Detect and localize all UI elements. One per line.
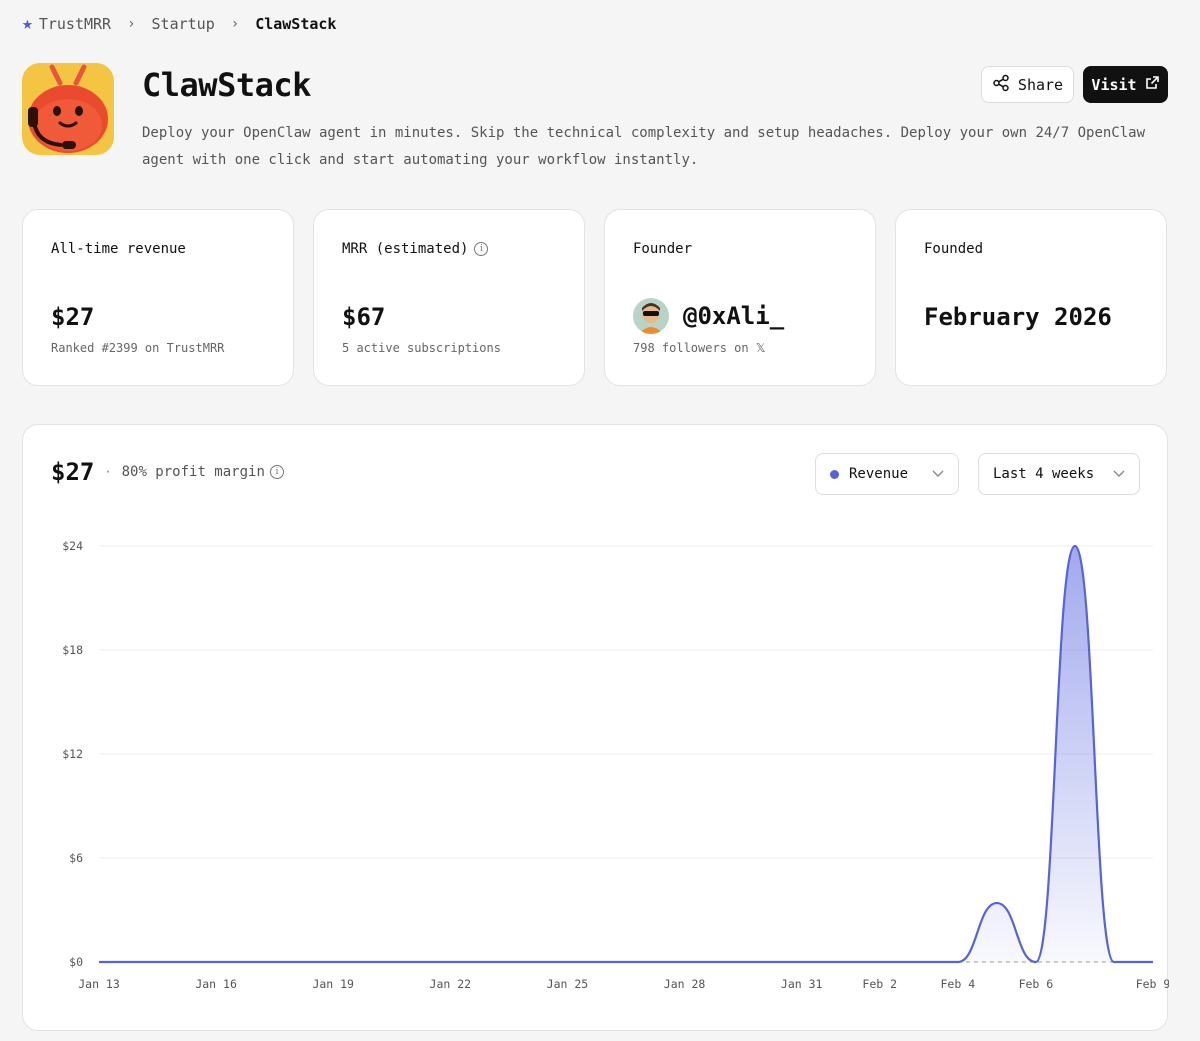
founder-handle[interactable]: @0xAli_ [683,302,784,330]
app-description: Deploy your OpenClaw agent in minutes. S… [142,125,1146,168]
revenue-data-point [1034,960,1038,964]
x-tick-label: Jan 22 [430,977,472,991]
stat-subtext: Ranked #2399 on TrustMRR [51,341,225,355]
revenue-data-point [917,960,921,964]
y-tick-label: $18 [62,643,83,657]
revenue-chart-card: $27 · 80% profit margin i Revenue Last 4… [22,424,1169,1032]
y-tick-label: $0 [69,955,83,969]
revenue-data-point [761,960,765,964]
chevron-right-icon: › [127,16,136,32]
y-tick-label: $12 [62,747,83,761]
revenue-data-point [214,960,218,964]
revenue-data-point [956,960,960,964]
founder-row[interactable]: @0xAli_ [633,298,784,334]
avatar[interactable] [633,298,669,334]
stat-label: MRR (estimated) [342,241,469,257]
breadcrumb-startup[interactable]: Startup [152,15,215,33]
y-tick-label: $6 [69,851,83,865]
revenue-data-point [1112,960,1116,964]
breadcrumb-current: ClawStack [255,15,337,33]
visit-button[interactable]: Visit [1083,66,1168,103]
x-tick-label: Jan 25 [547,977,589,991]
revenue-data-point [292,960,296,964]
revenue-data-point [526,960,530,964]
revenue-data-point [644,960,648,964]
revenue-area-chart[interactable]: $0 $6 $12 $18 $24 Jan 13 Jan 16 Jan 19 Jan 22 Jan… [23,425,1169,1032]
revenue-data-point [253,960,257,964]
share-button[interactable]: Share [981,66,1074,103]
stat-card-founded: Founded February 2026 [895,209,1167,386]
share-label: Share [1017,75,1064,94]
x-tick-label: Feb 2 [862,977,897,991]
x-tick-label: Jan 13 [78,977,120,991]
y-tick-label: $24 [62,539,83,553]
revenue-data-point [409,960,413,964]
stat-subtext: 798 followers on 𝕏 [633,341,766,355]
revenue-data-point [1151,960,1155,964]
chevron-right-icon: › [230,16,240,32]
stat-label: Founded [924,241,984,257]
revenue-data-point [565,960,569,964]
external-link-icon [1145,75,1160,94]
x-tick-label: Jan 16 [195,977,237,991]
revenue-data-point [175,960,179,964]
stat-label: All-time revenue [51,241,186,257]
stat-card-founder: Founder @0xAli_ 798 followers on 𝕏 [604,209,876,386]
x-tick-label: Feb 4 [941,977,976,991]
revenue-data-point [604,960,608,964]
revenue-data-point [839,960,843,964]
x-tick-label: Feb 6 [1019,977,1054,991]
stat-value: $67 [342,303,386,331]
revenue-data-point [1073,544,1077,548]
revenue-data-point [995,901,999,905]
revenue-data-point [331,960,335,964]
x-tick-label: Feb 9 [1136,977,1169,991]
breadcrumb: ★ TrustMRR › Startup › ClawStack [22,14,336,34]
stat-subtext: 5 active subscriptions [342,341,501,355]
info-icon[interactable]: i [474,242,489,256]
stat-label: Founder [633,241,693,257]
stat-card-mrr: MRR (estimated) i $67 5 active subscript… [313,209,585,386]
revenue-data-point [97,960,101,964]
x-tick-label: Jan 31 [781,977,823,991]
stat-value: $27 [51,303,95,331]
app-logo [22,63,114,155]
x-tick-label: Jan 28 [664,977,706,991]
revenue-data-point [800,960,804,964]
breadcrumb-home[interactable]: TrustMRR [39,15,111,33]
stat-card-revenue: All-time revenue $27 Ranked #2399 on Tru… [22,209,294,386]
revenue-data-point [683,960,687,964]
stat-label-row: MRR (estimated) i [342,241,489,257]
stat-value: February 2026 [924,303,1112,331]
x-tick-label: Jan 19 [312,977,354,991]
revenue-data-point [878,960,882,964]
revenue-data-point [722,960,726,964]
share-icon [992,74,1010,96]
revenue-data-point [487,960,491,964]
star-icon: ★ [22,13,33,34]
revenue-data-point [370,960,374,964]
visit-label: Visit [1091,75,1137,94]
revenue-data-point [448,960,452,964]
page-title: ClawStack [142,66,311,104]
revenue-data-point [136,960,140,964]
